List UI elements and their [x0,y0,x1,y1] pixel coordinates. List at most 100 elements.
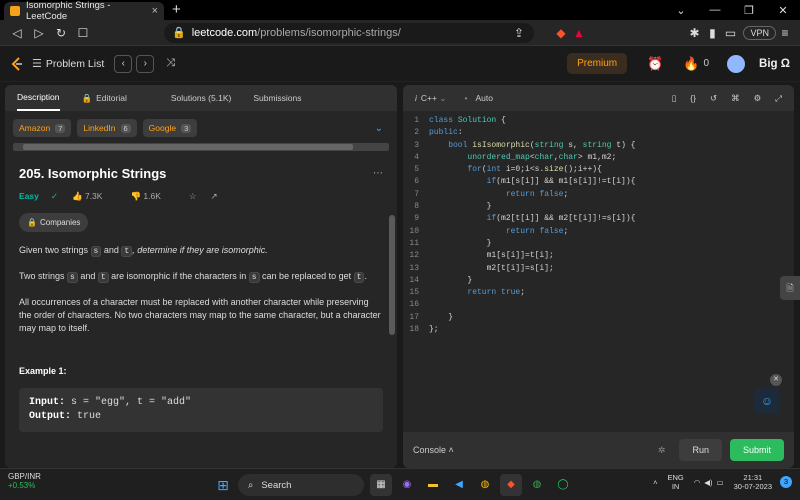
code-line[interactable]: 10 return false; [403,226,794,238]
code-line[interactable]: 1 class Solution { [403,115,794,127]
code-line[interactable]: 7 return false; [403,189,794,201]
bookmark-icon[interactable]: ☐ [72,26,94,40]
file-explorer-icon[interactable]: ▬ [422,474,444,496]
horizontal-scrollbar[interactable] [13,143,389,151]
volume-icon[interactable]: ◀) [704,478,712,487]
company-tag-google[interactable]: Google 3 [142,119,198,137]
vertical-scrollbar[interactable] [389,215,395,335]
language-select[interactable]: C++ ⌄ [421,93,447,104]
auto-mode[interactable]: Auto [475,93,493,103]
reset-icon[interactable]: ↺ [710,93,717,104]
code-line[interactable]: 13 m2[t[i]]=s[i]; [403,263,794,275]
code-line[interactable]: 6 if(m1[s[i]] && m1[s[i]]!=t[i]){ [403,176,794,188]
list-icon[interactable]: ☰ [32,57,42,70]
chat-app-icon[interactable]: ◉ [396,474,418,496]
code-line[interactable]: 16 [403,299,794,311]
close-tab-icon[interactable]: × [152,5,158,17]
debug-icon[interactable]: ✲ [658,445,666,456]
brave-rewards-icon[interactable]: ▲ [570,26,588,40]
side-document-icon[interactable]: 🗎 [780,276,800,300]
back-icon[interactable]: ◁ [6,26,28,40]
chrome-profile-icon[interactable]: ◍ [526,474,548,496]
tab-editorial[interactable]: 🔒 Editorial [82,93,149,104]
info-icon[interactable]: i [415,93,417,103]
brave-icon[interactable]: ◆ [500,474,522,496]
prev-problem-button[interactable]: ‹ [114,54,133,73]
battery-icon[interactable]: ▭ [717,478,724,487]
submit-button[interactable]: Submit [729,439,784,461]
dislike-button[interactable]: 👎 1.6K [130,190,174,203]
code-line[interactable]: 18}; [403,324,794,336]
leetcode-logo-icon[interactable] [10,56,24,71]
code-line[interactable]: 11 } [403,238,794,250]
tab-description[interactable]: Description [17,85,60,111]
shortcut-icon[interactable]: ⌘ [731,93,740,104]
code-line[interactable]: 3 bool isIsomorphic(string s, string t) … [403,140,794,152]
code-line[interactable]: 8 } [403,201,794,213]
task-view-icon[interactable]: ▦ [370,474,392,496]
wifi-icon[interactable]: ◠ [694,478,701,487]
chrome-icon[interactable]: ◍ [474,474,496,496]
maximize-icon[interactable]: ❐ [732,4,766,17]
share-icon[interactable]: ↗ [211,190,218,203]
vpn-button[interactable]: VPN [743,25,776,40]
problem-list-link[interactable]: Problem List [46,58,104,70]
code-line[interactable]: 15 return true; [403,287,794,299]
close-icon[interactable]: ✕ [770,374,782,386]
timer-icon[interactable]: ⏰ [647,56,663,72]
premium-button[interactable]: Premium [567,53,628,74]
browser-tab[interactable]: Isomorphic Strings - LeetCode × [4,0,164,22]
share-icon[interactable]: ⇪ [510,26,528,40]
clock[interactable]: 21:31 30-07-2023 [734,473,772,491]
braces-icon[interactable]: {} [690,93,696,103]
code-line[interactable]: 9 if(m2[t[i]] && m2[t[i]]!=s[i]){ [403,213,794,225]
reload-icon[interactable]: ↻ [50,26,72,40]
forward-icon[interactable]: ▷ [28,26,50,40]
code-line[interactable]: 2 public: [403,127,794,139]
stock-ticker[interactable]: GBP/INR +0.53% [8,472,78,490]
shuffle-icon[interactable]: ⤨ [166,57,175,70]
menu-icon[interactable]: ≡ [776,26,794,40]
code-editor[interactable]: 1 class Solution {2 public: 3 bool isIsomor… [403,115,794,425]
url-field[interactable]: 🔒 leetcode.com /problems/isomorphic-stri… [164,22,534,43]
fullscreen-icon[interactable]: ⤢ [775,93,782,104]
horizontal-scroll-thumb[interactable] [23,144,353,150]
avatar[interactable] [727,54,746,73]
tab-solutions[interactable]: Solutions (5.1K) [171,93,231,103]
tab-submissions[interactable]: Submissions [253,93,301,103]
chat-help-icon[interactable]: ☺ [754,388,780,414]
streak-icon[interactable]: 🔥 [683,56,699,72]
next-problem-button[interactable]: › [136,54,155,73]
company-tag-amazon[interactable]: Amazon 7 [13,119,72,137]
console-toggle[interactable]: Console ˄ [413,445,454,455]
code-line[interactable]: 4 unordered_map<char,char> m1,m2; [403,152,794,164]
vscode-icon[interactable]: ◀ [448,474,470,496]
extensions-icon[interactable]: ✱ [685,26,703,40]
settings-icon[interactable]: ⚙ [754,93,762,104]
chevron-down-icon[interactable]: ⌄ [664,4,698,17]
username[interactable]: Big Ω [759,58,790,70]
wallet-icon[interactable]: ▭ [721,26,739,40]
code-line[interactable]: 17 } [403,312,794,324]
windows-start-icon[interactable]: ⊞ [212,474,234,496]
minimize-icon[interactable]: — [698,4,732,16]
chevron-up-icon[interactable]: ˄ [653,478,657,487]
close-window-icon[interactable]: ✕ [766,4,800,17]
brave-shield-icon[interactable]: ◆ [552,26,570,40]
run-button[interactable]: Run [679,439,722,461]
star-icon[interactable]: ☆ [189,190,197,203]
whatsapp-icon[interactable]: ◯ [552,474,574,496]
chevron-down-icon[interactable]: ⌄ [375,123,383,134]
bookmark-icon[interactable]: ▯ [672,93,677,104]
more-options-icon[interactable]: ⋯ [373,167,383,180]
code-line[interactable]: 12 m1[s[i]]=t[i]; [403,250,794,262]
like-button[interactable]: 👍 7.3K [72,190,116,203]
code-line[interactable]: 5 for(int i=0;i<s.size();i++){ [403,164,794,176]
sidebar-icon[interactable]: ▮ [703,26,721,40]
notification-badge-icon[interactable]: 3 [780,476,792,488]
language-indicator[interactable]: ENG IN [667,473,683,491]
new-tab-icon[interactable]: + [172,1,181,18]
company-tag-linkedin[interactable]: LinkedIn 6 [77,119,137,137]
code-line[interactable]: 14 } [403,275,794,287]
taskbar-search[interactable]: ⌕ Search [238,474,364,496]
